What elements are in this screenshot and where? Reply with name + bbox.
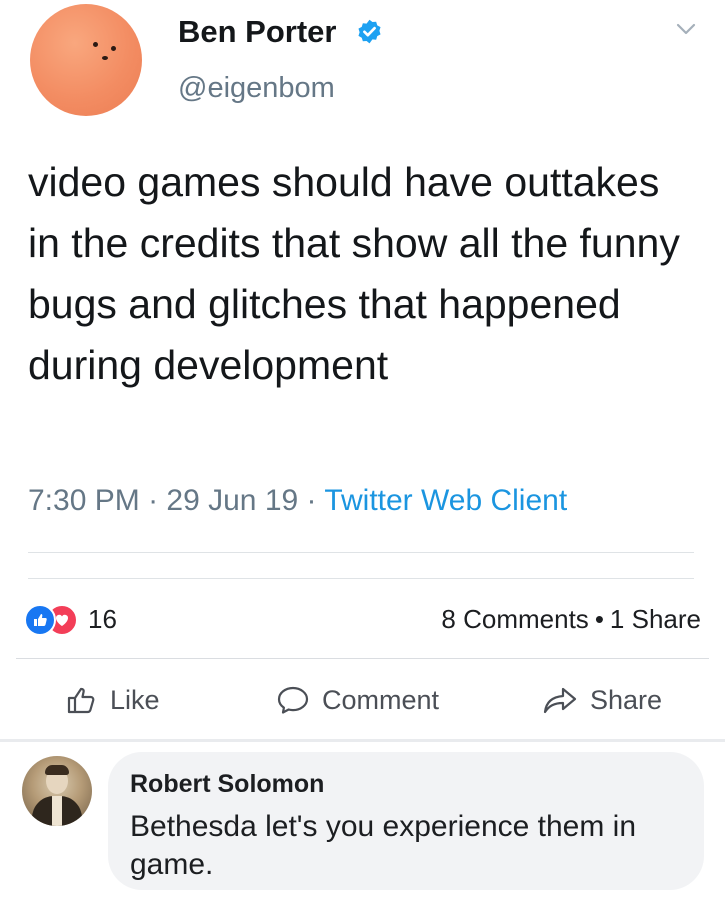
tweet-time[interactable]: 7:30 PM — [28, 484, 140, 517]
action-bar: Like Comment Share — [0, 672, 725, 728]
share-button[interactable]: Share — [542, 682, 662, 718]
thumbs-up-icon — [67, 687, 95, 714]
comment-text: Bethesda let's you experience them in ga… — [130, 810, 637, 881]
tweet-client-link[interactable]: Twitter Web Client — [324, 484, 567, 517]
tweet-meta: 7:30 PM · 29 Jun 19 · Twitter Web Client — [28, 484, 567, 518]
tweet-text: video games should have outtakes in the … — [28, 159, 680, 388]
avatar-eye — [111, 46, 116, 51]
section-divider — [0, 739, 725, 742]
share-arrow-icon — [543, 687, 577, 714]
reaction-count[interactable]: 16 — [88, 604, 117, 635]
tweet-date[interactable]: 29 Jun 19 — [166, 484, 298, 517]
share-label: Share — [590, 684, 663, 715]
chevron-down-icon[interactable] — [676, 22, 696, 36]
shares-count-link[interactable]: 1 Share — [610, 604, 701, 634]
avatar-hair — [45, 765, 69, 775]
avatar-eye — [93, 42, 98, 47]
commenter-avatar[interactable] — [22, 756, 92, 826]
comments-count-link[interactable]: 8 Comments — [441, 604, 588, 634]
author-handle[interactable]: @eigenbom — [178, 72, 335, 105]
like-label: Like — [110, 684, 160, 715]
comment-label: Comment — [322, 684, 440, 715]
meta-separator: · — [298, 484, 325, 517]
like-button[interactable]: Like — [66, 682, 160, 718]
commenter-name[interactable]: Robert Solomon — [130, 770, 324, 799]
divider — [28, 578, 694, 579]
divider — [28, 552, 694, 553]
avatar-shirt — [52, 796, 62, 826]
stats-separator: • — [594, 604, 604, 634]
meta-separator: · — [139, 484, 167, 517]
tweet-header: Ben Porter @eigenbom — [30, 4, 710, 116]
comment-bubble: Robert Solomon Bethesda let's you experi… — [108, 752, 704, 890]
avatar-mouth — [102, 56, 108, 60]
like-reaction-icon — [24, 604, 56, 636]
speech-bubble-icon — [277, 686, 309, 714]
divider — [16, 658, 709, 659]
comments-shares-summary: 8 Comments • 1 Share — [441, 604, 701, 635]
author-avatar[interactable] — [30, 4, 142, 116]
verified-badge-icon — [358, 19, 381, 44]
author-name[interactable]: Ben Porter — [178, 14, 336, 50]
comment-button[interactable]: Comment — [276, 682, 439, 718]
